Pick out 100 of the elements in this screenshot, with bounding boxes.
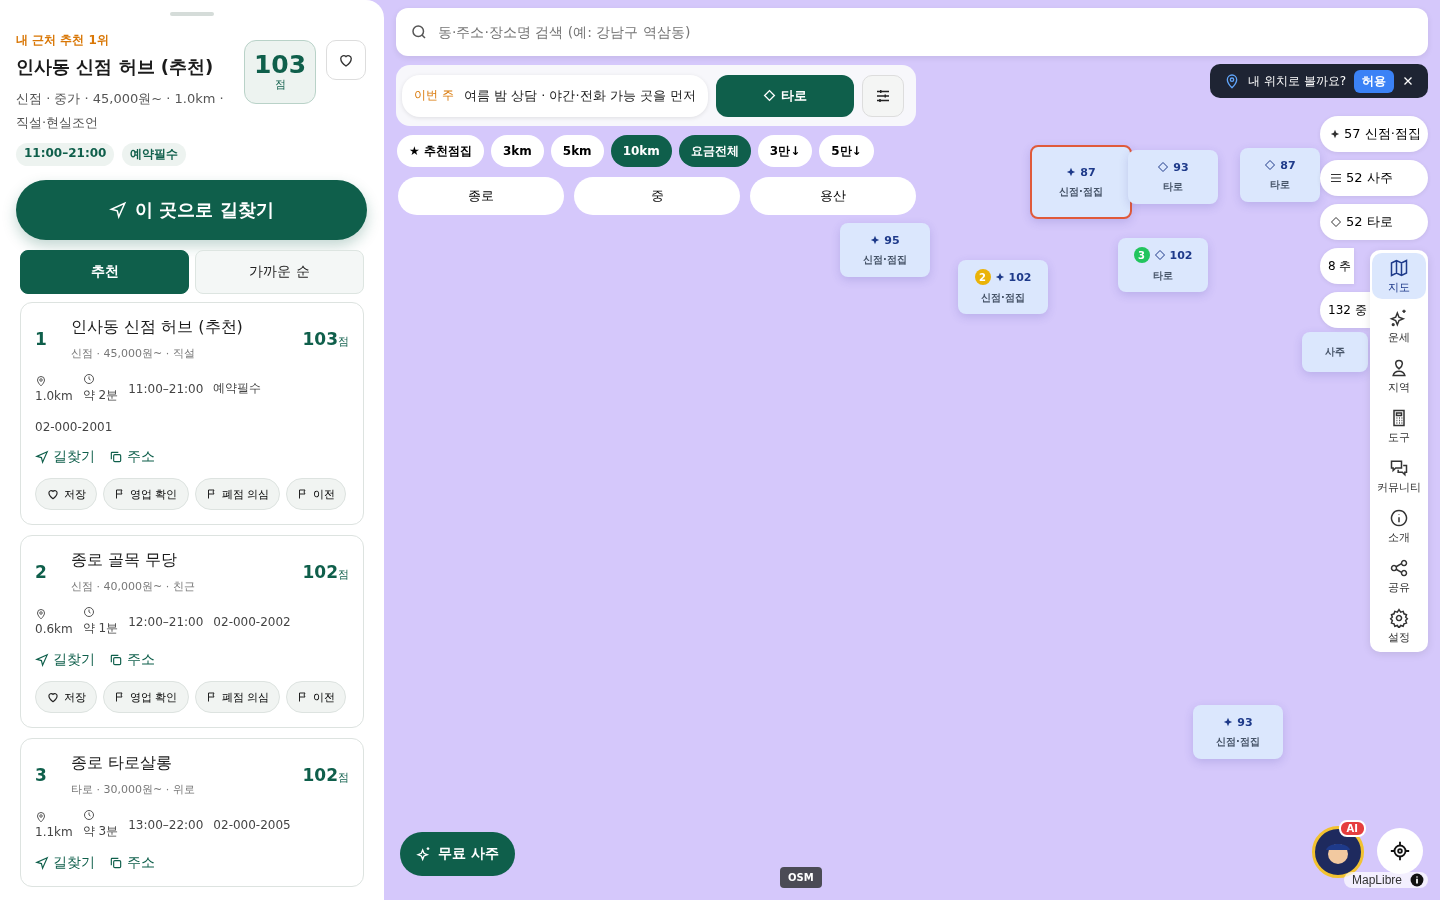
- category-button[interactable]: 타로: [716, 74, 855, 117]
- nav-item[interactable]: 커뮤니티: [1372, 453, 1426, 499]
- banner-text: 여름 밤 상담 · 야간·전화 가능 곳을 먼저: [463, 86, 697, 105]
- place-meta: 신점 · 45,000원~ · 직설: [71, 346, 196, 361]
- copy-address-link[interactable]: 주소: [109, 854, 155, 872]
- region-chip[interactable]: 종로: [398, 177, 564, 215]
- directions-button[interactable]: 이 곳으로 길찾기: [16, 180, 367, 240]
- phone-number: 02-000-2001: [35, 420, 114, 434]
- map-marker[interactable]: 3 102 타로: [1118, 238, 1208, 292]
- score-unit: 점: [274, 77, 286, 92]
- marker-score: 93: [1173, 160, 1189, 174]
- place-name: 인사동 신점 허브 (추천): [71, 317, 244, 338]
- nav-item[interactable]: 도구: [1372, 403, 1426, 449]
- report-button[interactable]: 이전: [286, 681, 346, 713]
- save-button[interactable]: 저장: [35, 478, 97, 510]
- nav-item[interactable]: 소개: [1372, 503, 1426, 549]
- distance-text: 0.6km: [35, 621, 73, 636]
- score-unit: 점: [338, 770, 349, 785]
- score-value: 103: [302, 329, 338, 349]
- place-meta: 신점 · 중가 · 45,000원~ · 1.0km · 직설·현실조언: [16, 90, 225, 132]
- recommend-label: 내 근처 추천 1위: [16, 32, 110, 49]
- report-button[interactable]: 영업 확인: [103, 478, 189, 510]
- place-card[interactable]: 3 종로 타로살롱 타로 · 30,000원~ · 위로 102점 1.1km 약 3분 13:00–22:00 02-000-2005 길찾기 주소: [20, 738, 364, 887]
- nav-item[interactable]: 운세: [1372, 303, 1426, 349]
- place-title: 인사동 신점 허브 (추천): [16, 55, 215, 79]
- osm-badge[interactable]: OSM: [780, 867, 822, 888]
- rank-number: 1: [35, 329, 48, 349]
- score-unit: 점: [338, 567, 349, 582]
- info-tag: 11:00–21:00: [16, 143, 115, 166]
- attribution-text[interactable]: MapLibre: [1351, 873, 1402, 887]
- search-field[interactable]: 동·주소·장소명 검색 (예: 강남구 역삼동): [436, 23, 1414, 41]
- map-marker[interactable]: 사주: [1302, 332, 1368, 372]
- report-button[interactable]: 영업 확인: [103, 681, 189, 713]
- filter-chip[interactable]: 10km: [610, 135, 672, 167]
- filter-chip[interactable]: 요금전체: [678, 135, 751, 167]
- category-pill[interactable]: 57 신점·점집: [1320, 116, 1428, 152]
- marker-score: 102: [1008, 270, 1032, 284]
- copy-address-link[interactable]: 주소: [109, 448, 155, 466]
- nav-item[interactable]: 공유: [1372, 553, 1426, 599]
- report-button[interactable]: 이전: [286, 478, 346, 510]
- rank-badge: 3: [1133, 247, 1150, 263]
- copy-address-link[interactable]: 주소: [109, 651, 155, 669]
- filter-chip[interactable]: 3km: [490, 135, 544, 167]
- promo-banner[interactable]: 이번 주 여름 밤 상담 · 야간·전화 가능 곳을 먼저: [402, 74, 709, 117]
- detail-text: 13:00–22:00: [128, 817, 204, 832]
- region-chip[interactable]: 용산: [750, 177, 916, 215]
- place-name: 종로 타로살롱: [71, 753, 174, 774]
- sort-tab[interactable]: 추천: [20, 250, 189, 294]
- rank-badge: 2: [974, 269, 991, 285]
- score-value: 102: [302, 765, 338, 785]
- directions-link[interactable]: 길찾기: [35, 448, 95, 466]
- place-card[interactable]: 2 종로 골목 무당 신점 · 40,000원~ · 친근 102점 0.6km 약 1분 12:00–21:00 02-000-2002 길찾기 주소 저장 영업 확인 폐점 의심 이전: [20, 535, 364, 728]
- marker-score: 95: [884, 233, 900, 247]
- distance-text: 1.0km: [35, 388, 73, 403]
- directions-link[interactable]: 길찾기: [35, 854, 95, 872]
- report-button[interactable]: 폐점 의심: [194, 478, 280, 510]
- category-pill[interactable]: 132 중: [1320, 292, 1370, 328]
- map-marker[interactable]: 93 타로: [1128, 150, 1218, 204]
- marker-category: 신점·점집: [863, 252, 907, 267]
- marker-category: 신점·점집: [981, 291, 1025, 305]
- filter-chip[interactable]: 5km: [550, 135, 604, 167]
- filter-chip[interactable]: 5만↓: [819, 135, 874, 167]
- detail-text: 02-000-2005: [213, 817, 291, 832]
- free-saju-button[interactable]: 무료 사주: [400, 832, 515, 876]
- search-bar[interactable]: 동·주소·장소명 검색 (예: 강남구 역삼동): [396, 8, 1428, 56]
- banner-tag: 이번 주: [414, 87, 454, 104]
- rank-number: 2: [35, 562, 48, 582]
- marker-category: 타로: [1153, 269, 1173, 283]
- score-unit: 점: [338, 334, 349, 349]
- map-marker[interactable]: 87 신점·점집: [1030, 145, 1132, 219]
- report-button[interactable]: 폐점 의심: [194, 681, 280, 713]
- marker-category: 신점·점집: [1059, 184, 1103, 199]
- map-marker[interactable]: 2 102 신점·점집: [958, 260, 1048, 314]
- rank-number: 3: [35, 765, 48, 785]
- nav-item[interactable]: 지역: [1372, 353, 1426, 399]
- walk-time: 약 2분: [82, 387, 119, 404]
- place-card[interactable]: 1 인사동 신점 허브 (추천) 신점 · 45,000원~ · 직설 103점 1.0km 약 2분 11:00–21:00 예약필수 02-000-2001 길찾기 주소 저장 영업 확인 폐점 의심 이전: [20, 302, 364, 525]
- nav-item[interactable]: 지도: [1372, 253, 1426, 299]
- category-pill[interactable]: 8 추: [1320, 248, 1355, 284]
- category-pill[interactable]: 52 타로: [1320, 204, 1428, 240]
- filter-chip[interactable]: ★ 추천점집: [397, 135, 484, 167]
- walk-time: 약 3분: [82, 823, 119, 840]
- allow-button[interactable]: 허용: [1354, 69, 1394, 93]
- map-marker[interactable]: 95 신점·점집: [840, 223, 930, 277]
- score-value: 103: [253, 52, 307, 77]
- map-marker[interactable]: 87 타로: [1240, 148, 1320, 202]
- map-marker[interactable]: 93 신점·점집: [1193, 705, 1283, 759]
- nav-item[interactable]: 설정: [1372, 603, 1426, 649]
- info-tag: 예약필수: [122, 143, 187, 166]
- sort-tab[interactable]: 가까운 순: [195, 250, 364, 294]
- category-pill[interactable]: 52 사주: [1320, 160, 1428, 196]
- place-name: 종로 골목 무당: [71, 550, 179, 571]
- save-button[interactable]: 저장: [35, 681, 97, 713]
- walk-time: 약 1분: [82, 620, 119, 637]
- directions-link[interactable]: 길찾기: [35, 651, 95, 669]
- region-chip[interactable]: 중: [574, 177, 740, 215]
- score-value: 102: [302, 562, 338, 582]
- marker-score: 93: [1237, 715, 1253, 729]
- filter-chip[interactable]: 3만↓: [757, 135, 813, 167]
- detail-text: 12:00–21:00: [128, 614, 204, 629]
